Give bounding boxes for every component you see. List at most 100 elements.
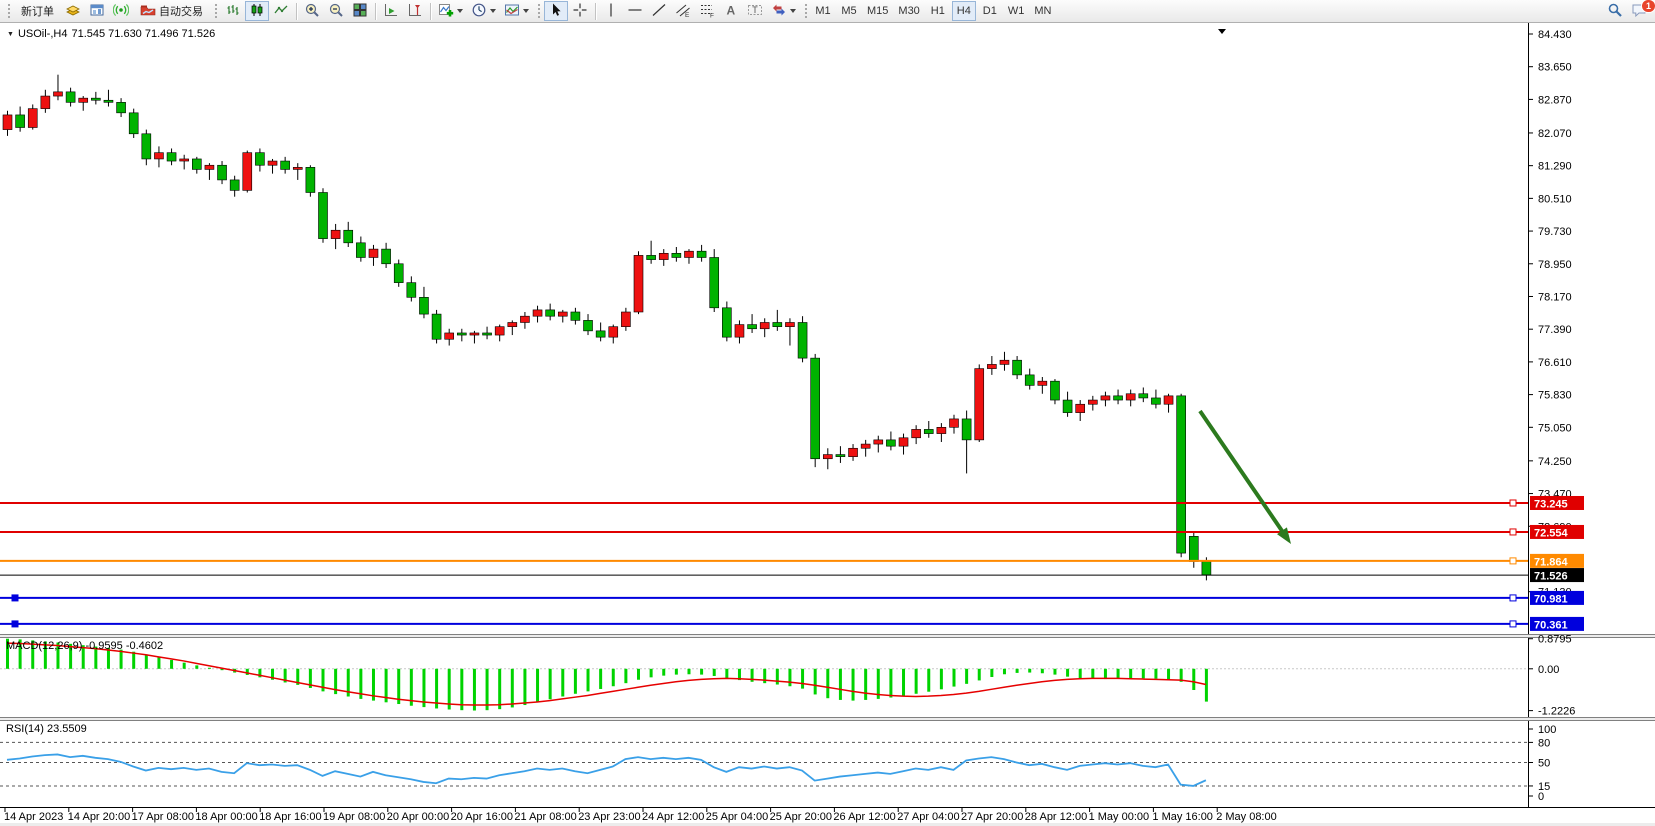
timeframe-D1[interactable]: D1 — [978, 1, 1002, 21]
toolbar-grip[interactable] — [6, 4, 11, 19]
market-watch-button[interactable] — [85, 1, 109, 21]
candle-body — [1013, 360, 1022, 375]
candle-body — [331, 230, 340, 238]
time-tick-label: 17 Apr 08:00 — [132, 811, 194, 823]
candle-body — [1050, 381, 1059, 400]
candle-body — [520, 316, 529, 322]
candle-body — [167, 153, 176, 161]
time-tick-label: 25 Apr 04:00 — [706, 811, 768, 823]
candle-body — [91, 98, 100, 100]
time-tick-label: 19 Apr 08:00 — [323, 811, 385, 823]
chart-window[interactable]: 84.43083.65082.87082.07081.29080.51079.7… — [0, 23, 1655, 826]
fibonacci-button[interactable]: F — [695, 1, 719, 21]
cursor-button[interactable] — [544, 1, 568, 21]
auto-scroll-button[interactable] — [379, 1, 403, 21]
zoom-in-button[interactable] — [300, 1, 324, 21]
timeframe-M30[interactable]: M30 — [894, 1, 923, 21]
price-tick-label: 83.650 — [1538, 62, 1572, 74]
zoom-in-icon — [304, 2, 320, 21]
channel-button[interactable]: E — [671, 1, 695, 21]
toolbar-grip[interactable] — [536, 4, 541, 19]
candle-body — [495, 327, 504, 335]
rsi-tick-label: 100 — [1538, 724, 1556, 736]
line-handle[interactable] — [1510, 621, 1516, 627]
horizontal-line-button[interactable] — [623, 1, 647, 21]
toolbar-grip[interactable] — [213, 4, 218, 19]
text-label-button[interactable]: T — [743, 1, 767, 21]
toolbar-separator — [296, 3, 297, 20]
candle-body — [1101, 396, 1110, 400]
notification-badge: 1 — [1641, 0, 1655, 13]
candle-body — [3, 115, 12, 130]
svg-text:T: T — [752, 5, 758, 15]
time-tick-label: 21 Apr 08:00 — [514, 811, 576, 823]
new-order-button[interactable]: 新订单 — [14, 1, 61, 21]
chart-canvas[interactable]: 84.43083.65082.87082.07081.29080.51079.7… — [0, 23, 1655, 826]
line-handle[interactable] — [12, 595, 18, 601]
line-handle[interactable] — [1510, 529, 1516, 535]
price-tick-label: 79.730 — [1538, 226, 1572, 238]
line-handle[interactable] — [12, 621, 18, 627]
vertical-line-icon — [603, 2, 619, 21]
signals-button[interactable] — [109, 1, 133, 21]
rsi-tick-label: 80 — [1538, 737, 1550, 749]
candle-body — [924, 429, 933, 433]
periods-button[interactable] — [467, 1, 500, 21]
candle-body — [1177, 396, 1186, 553]
pane-splitter[interactable] — [0, 635, 1655, 637]
zoom-out-icon — [328, 2, 344, 21]
zoom-out-button[interactable] — [324, 1, 348, 21]
candle-body — [28, 109, 37, 128]
chat-button[interactable]: 1 — [1627, 1, 1652, 21]
toolbar-grip[interactable] — [803, 4, 808, 19]
tile-windows-button[interactable] — [348, 1, 372, 21]
timeframe-M5[interactable]: M5 — [837, 1, 861, 21]
charts-stack-button[interactable] — [61, 1, 85, 21]
price-tick-label: 75.050 — [1538, 422, 1572, 434]
add-indicator-button[interactable] — [434, 1, 467, 21]
time-tick-label: 18 Apr 16:00 — [259, 811, 321, 823]
line-handle[interactable] — [1510, 595, 1516, 601]
candlestick-chart-button[interactable] — [245, 1, 269, 21]
price-tick-label: 78.950 — [1538, 259, 1572, 271]
candle-body — [457, 333, 466, 335]
templates-button[interactable] — [500, 1, 533, 21]
arrows-shapes-button[interactable] — [767, 1, 800, 21]
line-handle[interactable] — [1510, 500, 1516, 506]
price-flag-label: 71.526 — [1534, 571, 1568, 583]
timeframe-H4[interactable]: H4 — [952, 1, 976, 21]
candle-body — [230, 180, 239, 190]
candle-body — [306, 167, 315, 192]
candle-body — [1114, 396, 1123, 400]
macd-tick-label: -1.2226 — [1538, 706, 1575, 718]
vertical-line-button[interactable] — [599, 1, 623, 21]
chart-shift-button[interactable] — [403, 1, 427, 21]
bar-chart-button[interactable] — [221, 1, 245, 21]
pane-splitter[interactable] — [0, 718, 1655, 720]
cursor-icon — [548, 2, 564, 21]
candle-body — [621, 312, 630, 327]
autotrading-button[interactable]: 自动交易 — [133, 1, 210, 21]
candle-body — [1088, 400, 1097, 404]
line-chart-button[interactable] — [269, 1, 293, 21]
chevron-down-icon — [790, 9, 796, 13]
candle-body — [861, 444, 870, 448]
candle-body — [255, 153, 264, 166]
timeframe-MN[interactable]: MN — [1030, 1, 1055, 21]
time-tick-label: 26 Apr 12:00 — [833, 811, 895, 823]
timeframe-M15[interactable]: M15 — [863, 1, 892, 21]
timeframe-W1[interactable]: W1 — [1004, 1, 1029, 21]
timeframe-H1[interactable]: H1 — [926, 1, 950, 21]
candle-body — [394, 264, 403, 283]
time-tick-label: 27 Apr 04:00 — [897, 811, 959, 823]
line-handle[interactable] — [1510, 558, 1516, 564]
crosshair-button[interactable] — [568, 1, 592, 21]
candle-body — [962, 419, 971, 440]
time-tick-label: 24 Apr 12:00 — [642, 811, 704, 823]
crosshair-icon — [572, 2, 588, 21]
trendline-icon — [651, 2, 667, 21]
trendline-button[interactable] — [647, 1, 671, 21]
text-button[interactable]: A — [719, 1, 743, 21]
timeframe-M1[interactable]: M1 — [811, 1, 835, 21]
search-button[interactable] — [1603, 1, 1627, 21]
